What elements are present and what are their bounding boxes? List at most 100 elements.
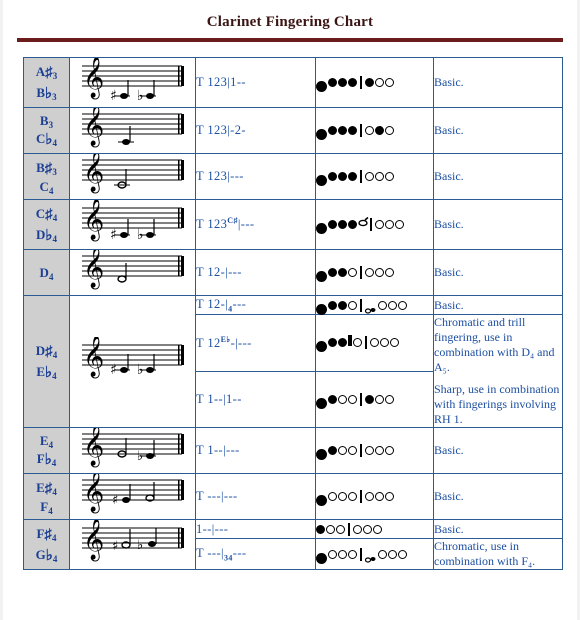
hole-filled bbox=[328, 78, 337, 87]
fingering-subscript: 34 bbox=[223, 553, 233, 563]
comment-text: Sharp, use in combination with fingering… bbox=[434, 382, 560, 426]
hole-filled bbox=[365, 78, 374, 87]
hand-divider bbox=[360, 76, 362, 89]
thumb-hole-filled bbox=[316, 341, 327, 353]
fingering-notation: T 123|1-- bbox=[195, 57, 316, 108]
hole-diagram bbox=[316, 264, 433, 282]
table-row: B3 C♭4 𝄞 T 123|-2- Basic. bbox=[23, 104, 563, 154]
fingering-notation: T 123|--- bbox=[195, 153, 316, 200]
hole-filled bbox=[328, 220, 337, 229]
hole-diagram bbox=[316, 545, 433, 564]
fingering-superscript: E♭ bbox=[220, 334, 231, 344]
hole-open bbox=[398, 549, 407, 559]
thumb-hole-filled bbox=[316, 129, 327, 140]
comment-cell: Basic. bbox=[433, 107, 563, 154]
music-staff-icon: 𝄞 ♯ ♭ bbox=[81, 56, 184, 104]
hand-divider bbox=[370, 218, 372, 231]
comment-text: Basic. bbox=[434, 297, 464, 312]
sharp-icon: ♯ bbox=[45, 65, 53, 82]
hole-filled bbox=[348, 126, 357, 135]
fingering-diagram-cell bbox=[315, 473, 434, 520]
note-primary: E♯4 bbox=[36, 479, 57, 497]
side-key-lever-icon bbox=[348, 335, 352, 347]
comment-text: Basic. bbox=[434, 521, 464, 536]
fingering-notation: T 123|-2- bbox=[195, 107, 316, 154]
staff-notation-cell: 𝄞 ♯ ♭ bbox=[69, 295, 196, 428]
fingering-diagram-cell bbox=[315, 538, 434, 570]
hole-open bbox=[375, 172, 384, 181]
fingering-notation: T 12-|--- bbox=[195, 249, 316, 296]
staff-notation-cell: 𝄞 ♯ bbox=[69, 470, 196, 520]
comment-cell: Chromatic and trill fingering, use in co… bbox=[433, 314, 563, 428]
hole-open bbox=[388, 300, 397, 310]
note-name-cell: E4 F♭4 bbox=[23, 427, 70, 474]
hole-open bbox=[348, 446, 357, 455]
hole-open bbox=[348, 549, 357, 559]
thumb-hole-filled bbox=[316, 524, 325, 534]
svg-text:♯: ♯ bbox=[112, 539, 118, 554]
music-staff-icon: 𝄞 ♯ ♭ bbox=[81, 518, 184, 561]
hole-open bbox=[328, 492, 337, 501]
comment-cell: Chromatic, use in combination with F₄. bbox=[433, 538, 563, 570]
svg-text:♭: ♭ bbox=[137, 449, 143, 464]
fingering-suffix: |--- bbox=[237, 217, 255, 232]
hole-filled bbox=[328, 268, 337, 277]
music-staff-icon: 𝄞 ♭ bbox=[81, 424, 184, 467]
note-secondary: D♭4 bbox=[36, 226, 57, 244]
hole-filled bbox=[348, 172, 357, 181]
thumb-hole-filled bbox=[316, 303, 327, 315]
table-row: E♯4 F4 𝄞 ♯ T ---|--- Basic. bbox=[23, 470, 563, 520]
note-secondary: F♭4 bbox=[36, 451, 57, 469]
fingering-notation: T 123C♯|--- bbox=[195, 199, 316, 250]
comment-cell: Basic. bbox=[433, 295, 563, 315]
octave-number: 4 bbox=[52, 138, 57, 149]
hole-filled bbox=[338, 172, 347, 181]
fingering-suffix: -|--- bbox=[230, 335, 252, 350]
hole-open bbox=[375, 492, 384, 501]
comment-text: Basic. bbox=[434, 75, 464, 89]
staff-notation-cell: 𝄞 ♯ ♭ bbox=[69, 56, 196, 108]
hole-open bbox=[365, 492, 374, 501]
hand-divider bbox=[360, 490, 362, 503]
comment-text: Basic. bbox=[434, 489, 464, 503]
note-primary: F♯4 bbox=[36, 526, 57, 544]
comment-cell: Basic. bbox=[433, 57, 563, 108]
thumb-hole-filled bbox=[316, 495, 327, 506]
comment-text: Basic. bbox=[434, 169, 464, 183]
pinky-key-icon bbox=[365, 305, 377, 314]
svg-text:𝄞: 𝄞 bbox=[83, 154, 104, 193]
table-row: E4 F♭4 𝄞 ♭ T 1--|--- Basic. bbox=[23, 424, 563, 474]
hole-filled bbox=[328, 394, 337, 404]
hole-open bbox=[375, 78, 384, 87]
comment-text: Basic. bbox=[434, 265, 464, 279]
hole-open bbox=[395, 220, 404, 229]
note-primary: E4 bbox=[39, 432, 54, 450]
hand-divider bbox=[360, 444, 362, 457]
hole-diagram bbox=[316, 168, 433, 186]
hole-open bbox=[365, 172, 374, 181]
octave-number: 3 bbox=[52, 166, 57, 177]
hole-open bbox=[398, 300, 407, 310]
note-name-cell: B3 C♭4 bbox=[23, 107, 70, 154]
note-name-cell: D4 bbox=[23, 249, 70, 296]
hole-open bbox=[365, 268, 374, 277]
comment-text: Basic. bbox=[434, 443, 464, 457]
comment-text: Chromatic, use in combination with F₄. bbox=[434, 539, 536, 568]
svg-text:𝄞: 𝄞 bbox=[83, 520, 104, 561]
hole-filled bbox=[365, 394, 374, 404]
hand-divider bbox=[360, 170, 362, 183]
thumb-hole-filled bbox=[316, 552, 327, 564]
hole-filled bbox=[375, 126, 384, 135]
hole-open bbox=[365, 126, 374, 135]
svg-text:♭: ♭ bbox=[137, 362, 144, 378]
hole-open bbox=[385, 446, 394, 455]
hole-open bbox=[353, 338, 362, 348]
music-staff-icon: 𝄞 bbox=[81, 150, 184, 193]
hole-filled bbox=[348, 78, 357, 87]
hole-open bbox=[388, 549, 397, 559]
staff-notation-cell: 𝄞 bbox=[69, 104, 196, 154]
staff-notation-cell: 𝄞 bbox=[69, 150, 196, 200]
svg-text:𝄞: 𝄞 bbox=[83, 474, 104, 513]
hole-filled bbox=[328, 446, 337, 455]
hole-open bbox=[348, 268, 357, 277]
